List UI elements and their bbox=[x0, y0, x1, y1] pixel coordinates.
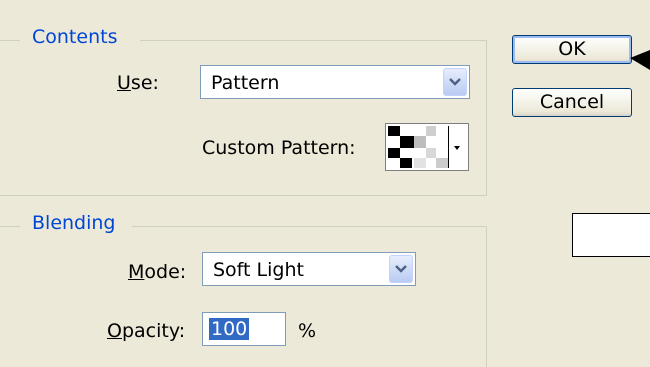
pattern-swatch bbox=[388, 126, 449, 168]
mode-label-rest: ode: bbox=[144, 261, 187, 283]
group-border bbox=[0, 195, 487, 196]
arrow-pointer-icon bbox=[630, 50, 650, 70]
use-label: Use: bbox=[117, 72, 159, 94]
mode-label-mnemonic: M bbox=[128, 261, 145, 283]
mode-label: Mode: bbox=[128, 261, 186, 283]
opacity-value: 100 bbox=[209, 318, 250, 340]
group-border bbox=[0, 40, 20, 41]
opacity-label-mnemonic: O bbox=[107, 320, 122, 342]
group-border bbox=[0, 226, 20, 227]
opacity-input[interactable]: 100 bbox=[202, 312, 286, 346]
cancel-button[interactable]: Cancel bbox=[512, 88, 632, 117]
group-border bbox=[486, 226, 487, 367]
mode-dropdown[interactable]: Soft Light bbox=[202, 252, 416, 286]
blending-group-title: Blending bbox=[28, 212, 120, 234]
opacity-label-rest: pacity: bbox=[121, 320, 186, 342]
fill-dialog: Contents Use: Pattern Custom Pattern: Bl… bbox=[0, 0, 650, 367]
opacity-label: Opacity: bbox=[107, 320, 185, 342]
opacity-unit: % bbox=[298, 320, 317, 342]
use-dropdown[interactable]: Pattern bbox=[200, 65, 470, 99]
use-label-rest: se: bbox=[130, 72, 159, 94]
group-border bbox=[140, 40, 487, 41]
ok-button[interactable]: OK bbox=[512, 35, 632, 64]
preview-box bbox=[572, 213, 650, 257]
use-label-mnemonic: U bbox=[117, 72, 131, 94]
chevron-down-icon[interactable] bbox=[443, 68, 467, 96]
use-dropdown-value: Pattern bbox=[211, 72, 280, 94]
pattern-dropdown-icon[interactable] bbox=[452, 138, 462, 158]
custom-pattern-picker[interactable] bbox=[385, 123, 469, 171]
group-border bbox=[132, 226, 487, 227]
group-border bbox=[486, 40, 487, 195]
contents-group-title: Contents bbox=[28, 26, 122, 48]
mode-dropdown-value: Soft Light bbox=[213, 259, 304, 281]
chevron-down-icon[interactable] bbox=[389, 255, 413, 283]
custom-pattern-label: Custom Pattern: bbox=[202, 137, 356, 159]
